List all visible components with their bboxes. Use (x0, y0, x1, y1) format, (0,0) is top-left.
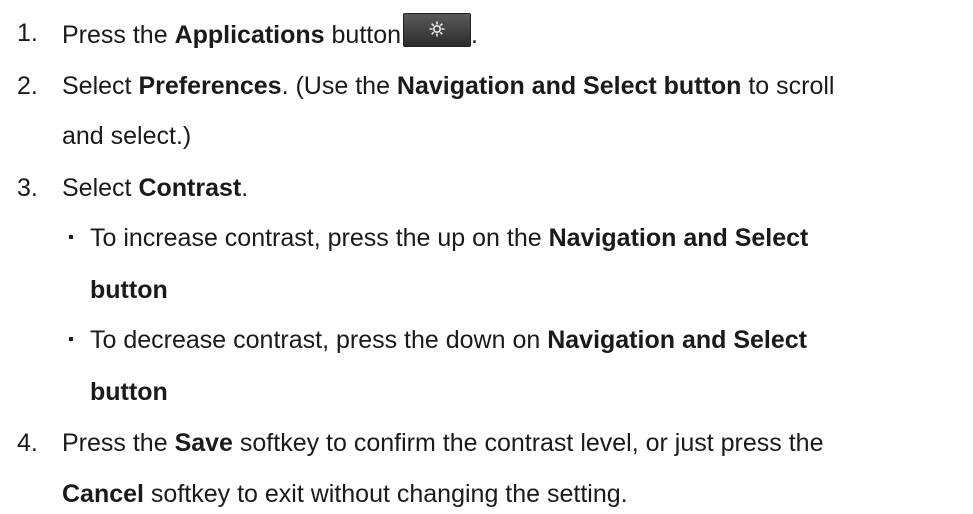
step-number: 2. (17, 72, 38, 100)
step-text: Press the Save softkey to confirm the co… (62, 429, 824, 457)
step-number: 4. (17, 429, 38, 457)
step-number: 3. (17, 174, 38, 202)
bullet-text: To increase contrast, press the up on th… (90, 224, 809, 252)
bullet-marker: ▪ (68, 229, 74, 246)
bullet-marker: ▪ (68, 331, 74, 348)
step-text: Press the Applications button. (62, 13, 478, 55)
applications-button-image (403, 13, 472, 47)
instruction-document: 1. Press the Applications button. 2. Sel… (0, 0, 973, 508)
gear-icon (429, 21, 445, 37)
step-text: Select Preferences. (Use the Navigation … (62, 72, 835, 100)
step-text: Select Contrast. (62, 174, 249, 202)
bullet-text: To decrease contrast, press the down on … (90, 326, 807, 354)
step-number: 1. (17, 19, 38, 47)
